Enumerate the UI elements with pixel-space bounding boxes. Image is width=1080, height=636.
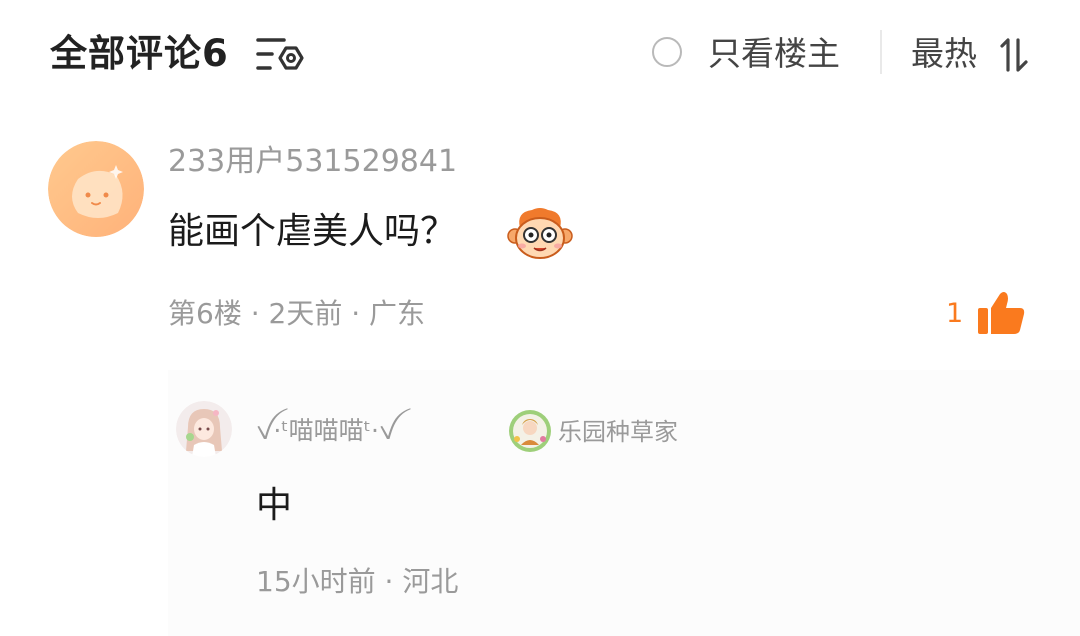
badge-label: 乐园种草家 xyxy=(558,418,678,446)
like-count: 1 xyxy=(946,298,964,329)
commenter-avatar[interactable] xyxy=(48,141,144,237)
reply-content: 中 xyxy=(256,485,293,526)
comment-meta: 第6楼 · 2天前 · 广东 xyxy=(168,297,426,330)
reply-meta: 15小时前 · 河北 xyxy=(256,565,459,598)
commenter-username[interactable]: 233用户531529841 xyxy=(168,140,457,184)
thumbs-up-icon[interactable] xyxy=(976,290,1026,336)
op-only-radio[interactable] xyxy=(652,37,682,67)
sort-toggle-icon[interactable] xyxy=(998,38,1030,72)
reply-avatar[interactable] xyxy=(176,401,232,457)
header-divider xyxy=(880,30,882,74)
filter-settings-icon[interactable] xyxy=(256,36,304,74)
monkey-face-emoji-icon xyxy=(506,204,574,262)
sort-label[interactable]: 最热 xyxy=(911,28,977,80)
op-only-label[interactable]: 只看楼主 xyxy=(708,28,840,80)
reply-username[interactable]: ꪜ·ᵗ喵喵喵ᵗ·ꪜ xyxy=(256,410,396,452)
comments-title: 全部评论6 xyxy=(50,32,229,75)
paradise-gardener-badge-icon xyxy=(508,409,552,453)
comment-content: 能画个虐美人吗？ xyxy=(168,211,457,252)
